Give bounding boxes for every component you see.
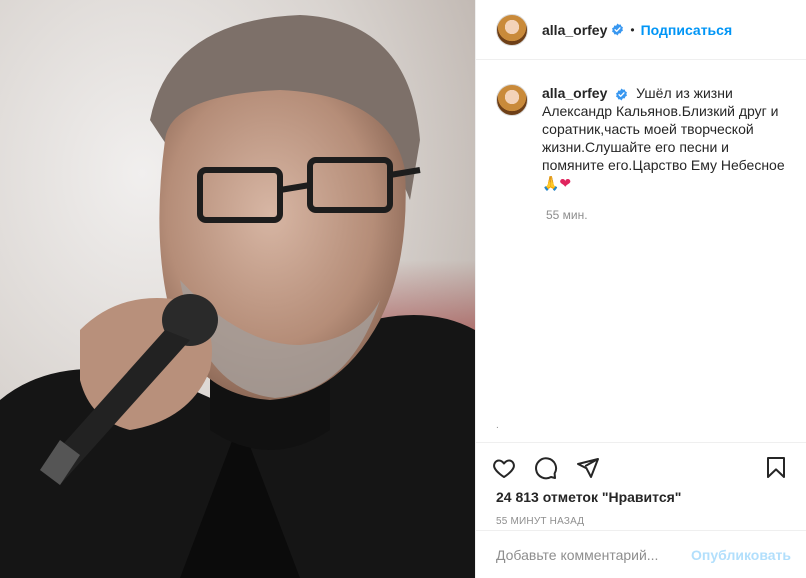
post-panel: alla_orfey • Подписаться alla_orfey Ушёл… [475, 0, 806, 578]
caption-time[interactable]: 55 мин. [546, 208, 790, 222]
caption-emoji: 🙏❤ [542, 175, 572, 191]
avatar[interactable] [496, 13, 528, 46]
heart-icon[interactable] [484, 448, 524, 488]
caption-avatar[interactable] [496, 84, 528, 116]
post-image-illustration [0, 0, 475, 578]
share-icon[interactable] [568, 448, 608, 488]
post-header: alla_orfey • Подписаться [476, 0, 806, 60]
separator-dot: • [630, 22, 635, 37]
comment-box: Опубликовать [476, 530, 806, 578]
post-timestamp[interactable]: 55 МИНУТ НАЗАД [476, 516, 806, 527]
caption-username[interactable]: alla_orfey [542, 85, 607, 101]
publish-button[interactable]: Опубликовать [691, 547, 791, 563]
verified-icon [615, 88, 628, 101]
likes-count[interactable]: 24 813 отметок "Нравится" [476, 489, 806, 505]
follow-button[interactable]: Подписаться [641, 22, 733, 38]
caption-row: alla_orfey Ушёл из жизни Александр Калья… [496, 84, 790, 192]
caption-text: alla_orfey Ушёл из жизни Александр Калья… [542, 84, 790, 192]
username[interactable]: alla_orfey [542, 22, 607, 38]
comment-icon[interactable] [526, 448, 566, 488]
verified-icon [611, 23, 624, 36]
comment-input[interactable] [496, 546, 692, 563]
caption-mark: . [496, 420, 499, 431]
post-image[interactable] [0, 0, 475, 578]
action-bar [476, 442, 806, 492]
caption-area: alla_orfey Ушёл из жизни Александр Калья… [476, 60, 806, 442]
bookmark-icon[interactable] [756, 448, 796, 488]
